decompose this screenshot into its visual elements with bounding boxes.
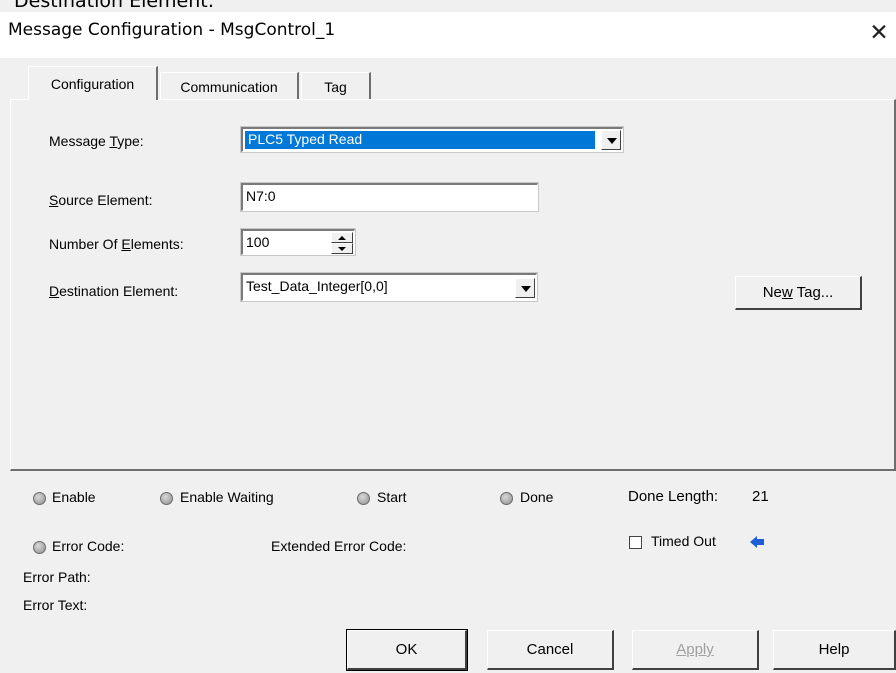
source-element-input[interactable]: N7:0 [240, 182, 539, 212]
spinner-down-icon [338, 247, 346, 251]
number-of-elements-value: 100 [246, 234, 270, 250]
error-code-label: Error Code: [52, 538, 125, 554]
tab-communication[interactable]: Communication [160, 72, 299, 100]
done-length-label: Done Length: [628, 488, 719, 505]
message-type-value: PLC5 Typed Read [248, 131, 363, 147]
done-length-value: 21 [752, 488, 769, 505]
tab-tag[interactable]: Tag [301, 72, 371, 100]
enable-waiting-indicator-icon [160, 492, 173, 505]
spinner-down-button[interactable] [331, 243, 353, 254]
apply-button[interactable]: Apply [632, 630, 759, 670]
timed-out-checkbox[interactable] [629, 536, 642, 549]
number-of-elements-input[interactable]: 100 [240, 228, 356, 256]
start-label: Start [377, 489, 407, 505]
timed-out-label: Timed Out [651, 533, 716, 549]
error-text-label: Error Text: [23, 597, 88, 613]
tab-configuration[interactable]: Configuration [28, 66, 158, 100]
done-indicator-icon [500, 492, 513, 505]
spinner-up-button[interactable] [331, 232, 353, 243]
extended-error-code-label: Extended Error Code: [271, 538, 407, 554]
close-icon[interactable]: ✕ [862, 14, 896, 50]
new-tag-button[interactable]: New Tag... [735, 276, 862, 310]
message-type-select[interactable]: PLC5 Typed Read [240, 126, 624, 153]
message-type-dropdown-button[interactable] [601, 130, 621, 150]
page-heading-cut: Destination Element: [14, 0, 215, 12]
source-element-value: N7:0 [246, 188, 276, 204]
enable-label: Enable [52, 489, 96, 505]
message-type-label: Message Type: [49, 133, 144, 149]
arrow-left-icon [750, 535, 764, 553]
enable-indicator-icon [33, 492, 46, 505]
chevron-down-icon [521, 286, 531, 292]
done-label: Done [520, 489, 554, 505]
dialog-title: Message Configuration - MsgControl_1 [8, 20, 336, 40]
error-code-indicator-icon [33, 541, 46, 554]
destination-element-value: Test_Data_Integer[0,0] [246, 278, 388, 294]
destination-element-select[interactable]: Test_Data_Integer[0,0] [240, 272, 538, 302]
help-button[interactable]: Help [773, 630, 896, 670]
number-of-elements-label: Number Of Elements: [49, 236, 184, 252]
cancel-button[interactable]: Cancel [487, 630, 614, 670]
spinner-up-icon [338, 236, 346, 240]
start-indicator-icon [357, 492, 370, 505]
error-path-label: Error Path: [23, 569, 91, 585]
destination-dropdown-button[interactable] [515, 278, 535, 298]
ok-button[interactable]: OK [346, 629, 468, 671]
chevron-down-icon [607, 138, 617, 144]
source-element-label: Source Element: [49, 192, 153, 208]
enable-waiting-label: Enable Waiting [180, 489, 274, 505]
destination-element-label: Destination Element: [49, 283, 179, 299]
